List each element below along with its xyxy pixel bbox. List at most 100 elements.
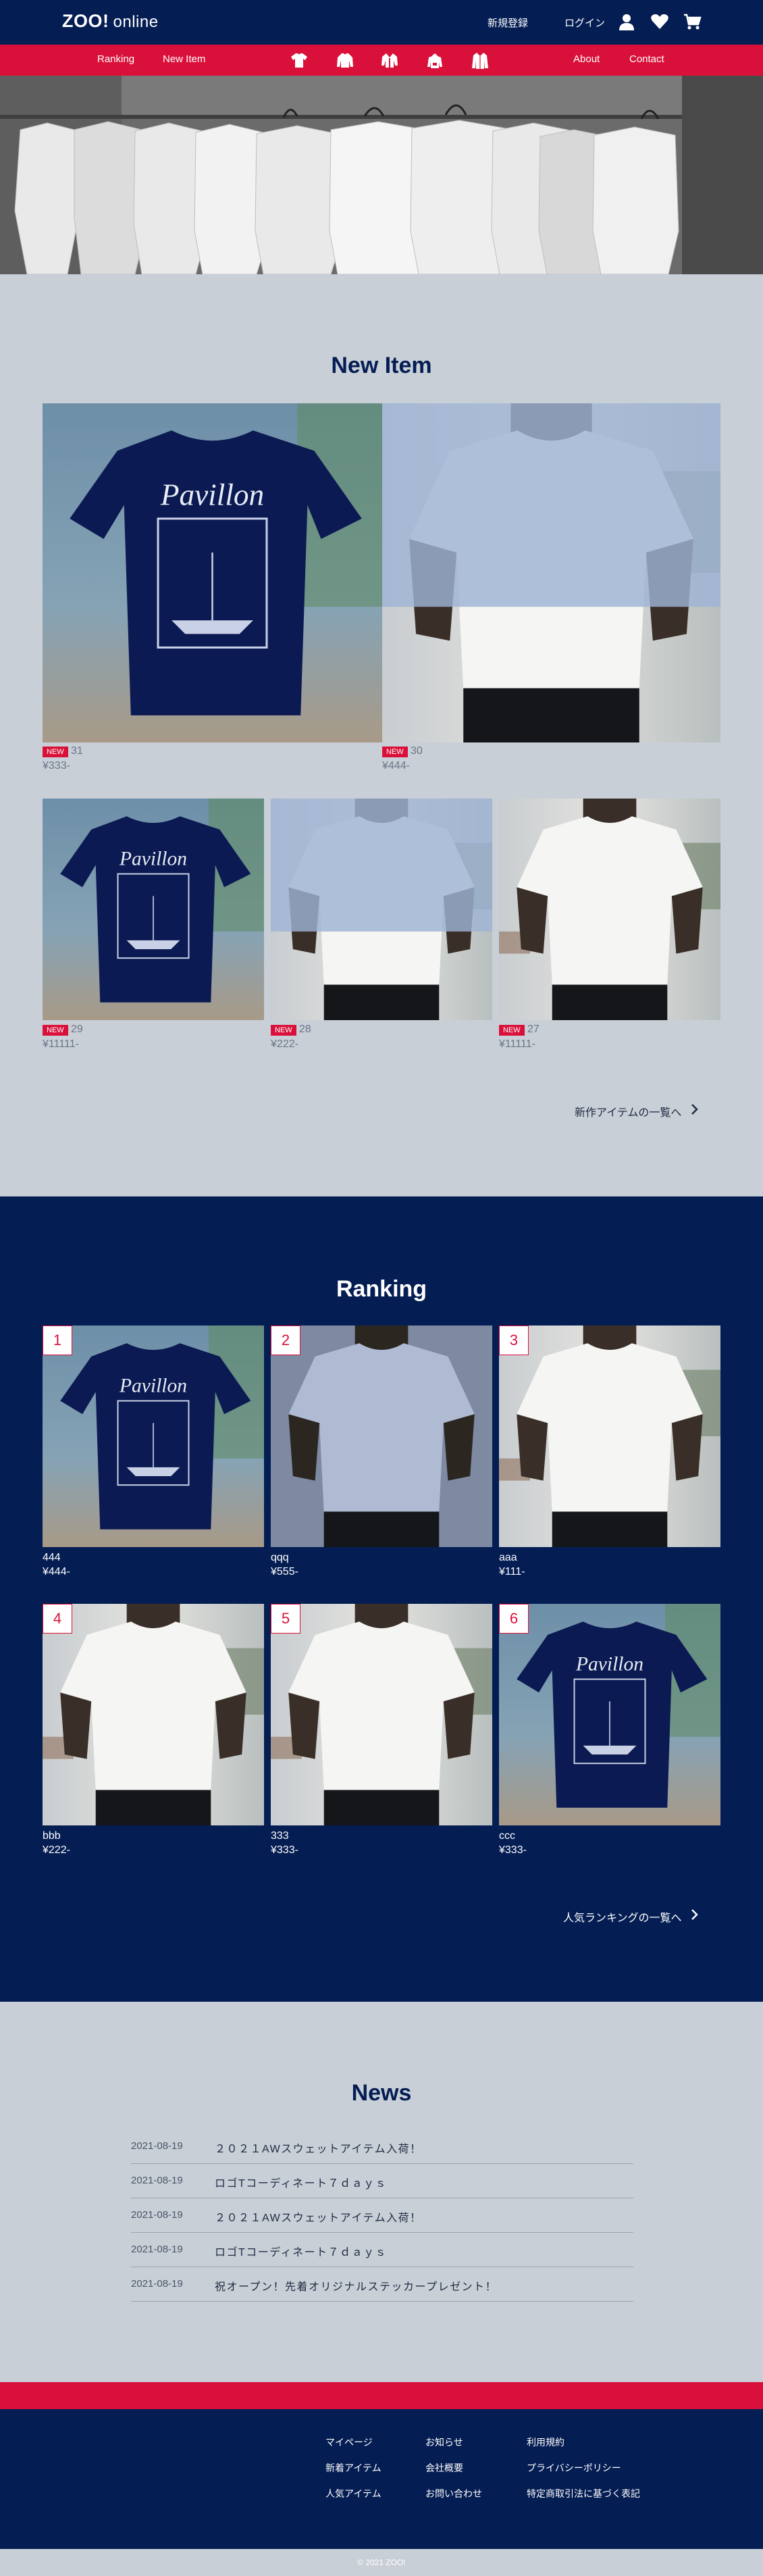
rank-badge: 3 — [499, 1325, 529, 1355]
hanging-tshirts-image — [0, 76, 763, 274]
ranking-product-name: 333 — [271, 1830, 289, 1842]
news-text[interactable]: ロゴTコーディネート７ｄａｙｓ — [215, 2243, 387, 2259]
ranking-product-price: ¥222- — [43, 1844, 70, 1856]
product-price: ¥11111- — [43, 1038, 79, 1050]
footer-link-privacy[interactable]: プライバシーポリシー — [527, 2461, 621, 2475]
new-badge: NEW — [382, 747, 408, 757]
new-items-more-link[interactable]: 新作アイテムの一覧へ — [575, 1103, 681, 1119]
rank-badge: 2 — [271, 1325, 300, 1355]
footer-link-new-items[interactable]: 新着アイテム — [325, 2461, 382, 2475]
ranking-product-image[interactable] — [43, 1325, 264, 1547]
product-image[interactable] — [43, 799, 264, 1020]
rank-badge: 1 — [43, 1325, 72, 1355]
new-badge: NEW — [43, 1025, 68, 1036]
footer-link-tokushoho[interactable]: 特定商取引法に基づく表記 — [527, 2487, 640, 2500]
news-date: 2021-08-19 — [131, 2209, 183, 2221]
news-item[interactable]: 2021-08-19 祝オープン！先着オリジナルステッカープレゼント！ — [131, 2267, 633, 2302]
longsleeve-icon[interactable] — [336, 51, 354, 70]
new-badge: NEW — [499, 1025, 525, 1036]
ranking-product-price: ¥333- — [271, 1844, 298, 1856]
product-number: 28 — [299, 1024, 311, 1035]
rank-badge: 4 — [43, 1604, 72, 1634]
new-badge: NEW — [271, 1025, 296, 1036]
product-price: ¥444- — [382, 760, 410, 772]
hoodie-icon[interactable] — [425, 51, 444, 70]
ranking-product-price: ¥555- — [271, 1566, 298, 1577]
ranking-product-image[interactable] — [43, 1604, 264, 1825]
product-image[interactable] — [499, 799, 720, 1020]
news-date: 2021-08-19 — [131, 2278, 183, 2290]
news-text[interactable]: ２０２１AWスウェットアイテム入荷！ — [215, 2208, 422, 2225]
news-text[interactable]: ２０２１AWスウェットアイテム入荷！ — [215, 2140, 422, 2156]
heart-icon[interactable] — [650, 12, 669, 31]
ranking-product-name: qqq — [271, 1552, 289, 1563]
tshirt-icon[interactable] — [290, 51, 309, 70]
ranking-more-link[interactable]: 人気ランキングの一覧へ — [563, 1909, 682, 1925]
nav-new-item[interactable]: New Item — [163, 53, 205, 65]
chevron-right-icon[interactable] — [690, 1909, 700, 1921]
footer-red-band — [0, 2382, 763, 2409]
product-number: 30 — [411, 745, 423, 757]
news-text[interactable]: 祝オープン！先着オリジナルステッカープレゼント！ — [215, 2277, 497, 2294]
news-text[interactable]: ロゴTコーディネート７ｄａｙｓ — [215, 2174, 387, 2190]
product-image[interactable] — [382, 403, 720, 742]
ranking-product-price: ¥333- — [499, 1844, 527, 1856]
footer-link-terms[interactable]: 利用規約 — [527, 2435, 564, 2449]
new-badge: NEW — [43, 747, 68, 757]
logo-main: ZOO! — [62, 11, 109, 31]
hero-image — [0, 76, 763, 274]
product-number: 31 — [71, 745, 83, 757]
news-item[interactable]: 2021-08-19 ロゴTコーディネート７ｄａｙｓ — [131, 2233, 633, 2267]
footer-link-company[interactable]: 会社概要 — [425, 2461, 463, 2475]
product-price: ¥222- — [271, 1038, 298, 1050]
nav-contact[interactable]: Contact — [629, 53, 664, 65]
coat-icon[interactable] — [471, 51, 490, 70]
rank-badge: 6 — [499, 1604, 529, 1634]
site-logo[interactable]: ZOO! online — [62, 11, 159, 32]
product-price: ¥11111- — [499, 1038, 535, 1050]
ranking-product-name: ccc — [499, 1830, 515, 1842]
copyright: © 2021 ZOO! — [0, 2549, 763, 2576]
ranking-product-image[interactable] — [499, 1604, 720, 1825]
ranking-title: Ranking — [336, 1276, 427, 1302]
jacket-icon[interactable] — [380, 51, 399, 70]
chevron-right-icon[interactable] — [690, 1103, 700, 1115]
news-item[interactable]: 2021-08-19 ロゴTコーディネート７ｄａｙｓ — [131, 2164, 633, 2198]
new-item-title: New Item — [331, 353, 432, 378]
ranking-product-name: aaa — [499, 1552, 517, 1563]
nav-ranking[interactable]: Ranking — [97, 53, 134, 65]
product-image[interactable] — [43, 403, 382, 742]
top-header: ZOO! online 新規登録 ログイン — [0, 0, 763, 45]
news-date: 2021-08-19 — [131, 2140, 183, 2152]
footer-link-contact[interactable]: お問い合わせ — [425, 2487, 482, 2500]
logo-sub: online — [113, 13, 159, 31]
rank-badge: 5 — [271, 1604, 300, 1634]
footer: マイページ 新着アイテム 人気アイテム お知らせ 会社概要 お問い合わせ 利用規… — [0, 2409, 763, 2549]
product-number: 27 — [527, 1024, 540, 1035]
cart-icon[interactable] — [683, 12, 702, 31]
product-price: ¥333- — [43, 760, 70, 772]
register-link[interactable]: 新規登録 — [488, 16, 528, 30]
user-icon[interactable] — [617, 12, 636, 31]
ranking-section — [0, 1196, 763, 2002]
ranking-product-name: bbb — [43, 1830, 61, 1842]
news-date: 2021-08-19 — [131, 2175, 183, 2186]
footer-link-mypage[interactable]: マイページ — [325, 2435, 373, 2449]
footer-link-news[interactable]: お知らせ — [425, 2435, 463, 2449]
footer-link-popular[interactable]: 人気アイテム — [325, 2487, 382, 2500]
product-number: 29 — [71, 1024, 83, 1035]
ranking-product-image[interactable] — [271, 1325, 492, 1547]
news-item[interactable]: 2021-08-19 ２０２１AWスウェットアイテム入荷！ — [131, 2129, 633, 2164]
ranking-product-image[interactable] — [499, 1325, 720, 1547]
nav-about[interactable]: About — [573, 53, 600, 65]
ranking-product-price: ¥444- — [43, 1566, 70, 1577]
login-link[interactable]: ログイン — [564, 16, 605, 30]
ranking-product-name: 444 — [43, 1552, 61, 1563]
news-item[interactable]: 2021-08-19 ２０２１AWスウェットアイテム入荷！ — [131, 2198, 633, 2233]
news-title: News — [351, 2080, 412, 2106]
product-image[interactable] — [271, 799, 492, 1020]
ranking-product-image[interactable] — [271, 1604, 492, 1825]
ranking-product-price: ¥111- — [499, 1566, 525, 1577]
news-date: 2021-08-19 — [131, 2244, 183, 2255]
main-nav: Ranking New Item About Contact — [0, 45, 763, 76]
